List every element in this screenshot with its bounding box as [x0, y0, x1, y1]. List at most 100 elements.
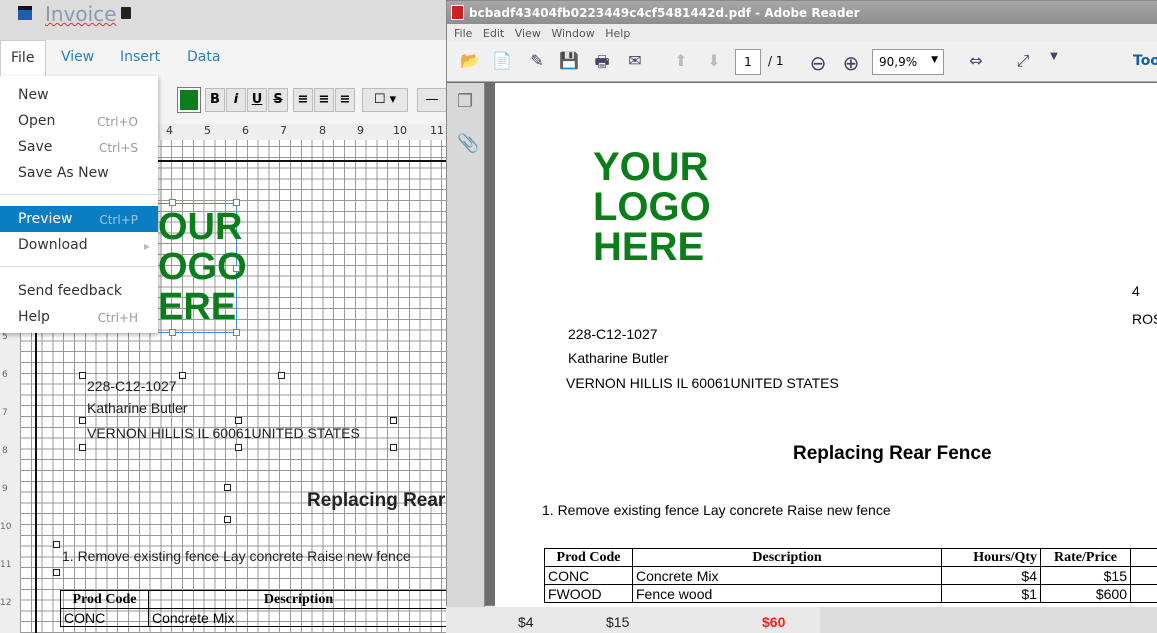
create-pdf-icon[interactable]: 📄 — [491, 51, 513, 73]
tools-link[interactable]: Too — [1133, 53, 1157, 69]
bold-button[interactable]: B — [205, 88, 225, 112]
document-title[interactable]: Invoice — [45, 2, 117, 26]
tab-view[interactable]: View — [61, 49, 94, 65]
previous-page-icon[interactable]: ⬆ — [670, 51, 692, 73]
resize-handle[interactable] — [235, 417, 242, 424]
resize-handle[interactable] — [224, 516, 231, 523]
column-header: Hours/Qty — [941, 548, 1041, 567]
pdf-menu-window[interactable]: Window — [551, 27, 594, 40]
menu-item-help[interactable]: Help Ctrl+H — [0, 304, 158, 330]
ruler-label: 7 — [280, 124, 287, 137]
resize-handle[interactable] — [233, 329, 240, 336]
table-cell: $600 — [1040, 584, 1131, 603]
pdf-menu-edit[interactable]: Edit — [483, 27, 504, 40]
tab-data[interactable]: Data — [187, 49, 220, 65]
open-file-icon[interactable]: 📂 — [459, 51, 481, 73]
table-cell: $1 — [941, 584, 1041, 603]
resize-handle[interactable] — [79, 444, 86, 451]
zoom-level-select[interactable]: 90,9% ▼ — [872, 49, 944, 75]
column-header: Rate/Price — [1040, 548, 1131, 567]
pdf-menu-help[interactable]: Help — [605, 27, 630, 40]
zoom-out-icon[interactable]: ⊖ — [807, 51, 829, 75]
align-right-button[interactable]: ≡ — [335, 88, 355, 112]
resize-handle[interactable] — [53, 541, 60, 548]
window-title: bcbadf43404fb0223449c4cf5481442d.pdf - A… — [447, 1, 1157, 24]
submenu-arrow-icon: ▸ — [143, 239, 150, 253]
customer-code[interactable]: 228-C12-1027 — [87, 378, 177, 394]
table-cell: CONC — [544, 566, 633, 585]
ruler-label: 7 — [2, 408, 8, 418]
resize-handle[interactable] — [233, 199, 240, 206]
zoom-in-icon[interactable]: ⊕ — [840, 51, 862, 75]
menu-item-open[interactable]: Open Ctrl+O — [0, 108, 158, 134]
full-screen-icon[interactable]: ⤢ — [1012, 51, 1034, 73]
menu-label: Download — [18, 237, 88, 253]
border-dropdown[interactable]: ☐ ▾ — [362, 88, 408, 112]
tab-insert[interactable]: Insert — [120, 49, 160, 65]
resize-handle[interactable] — [53, 569, 60, 576]
resize-handle[interactable] — [390, 444, 397, 451]
toolbar-more-icon[interactable]: ▼ — [1043, 51, 1065, 73]
logo-line: HERE — [593, 225, 705, 269]
attachments-icon[interactable]: 📎 — [457, 133, 479, 154]
resize-handle[interactable] — [390, 417, 397, 424]
pdf-menu-file[interactable]: File — [454, 27, 472, 40]
resize-handle[interactable] — [169, 199, 176, 206]
menu-label: Send feedback — [18, 283, 123, 299]
logo-line: OUR — [158, 206, 243, 248]
align-center-button[interactable]: ≡ — [314, 88, 334, 112]
customer-name[interactable]: Katharine Butler — [87, 400, 187, 416]
edit-icon[interactable]: ✎ — [526, 51, 548, 73]
resize-handle[interactable] — [79, 417, 86, 424]
column-header: Description — [632, 548, 942, 567]
strikethrough-button[interactable]: S — [268, 88, 288, 112]
resize-handle[interactable] — [79, 372, 86, 379]
adobe-reader-window: bcbadf43404fb0223449c4cf5481442d.pdf - A… — [446, 0, 1157, 607]
menu-item-preview[interactable]: Preview Ctrl+P — [0, 206, 158, 232]
menu-item-download[interactable]: Download ▸ — [0, 232, 158, 258]
line-style-button[interactable]: — — [417, 88, 447, 112]
customer-code: 228-C12-1027 — [568, 326, 658, 342]
save-icon[interactable]: 💾 — [558, 51, 580, 73]
menu-shortcut: Ctrl+S — [98, 141, 138, 155]
ruler-label: 12 — [0, 598, 12, 608]
resize-handle[interactable] — [233, 265, 240, 272]
resize-handle[interactable] — [278, 372, 285, 379]
menu-item-save[interactable]: Save Ctrl+S — [0, 134, 158, 160]
trash-icon[interactable] — [121, 7, 131, 19]
page-count: / 1 — [768, 54, 784, 68]
fill-color-button[interactable] — [177, 87, 201, 113]
customer-address[interactable]: VERNON HILLIS IL 60061UNITED STATES — [87, 425, 360, 441]
fit-page-icon[interactable]: ⇔ — [965, 51, 987, 73]
resize-handle[interactable] — [224, 484, 231, 491]
menu-item-new[interactable]: New — [0, 82, 158, 108]
resize-handle[interactable] — [179, 372, 186, 379]
items-table-editor[interactable]: Prod Code Description CONC Concrete Mix — [60, 590, 446, 633]
resize-handle[interactable] — [235, 444, 242, 451]
pdf-menu-view[interactable]: View — [515, 27, 541, 40]
ruler-label: 6 — [242, 124, 249, 137]
logo-line: YOUR — [593, 145, 709, 189]
file-menu: New Open Ctrl+O Save Ctrl+S Save As New Pr… — [0, 76, 158, 333]
tab-file[interactable]: File — [0, 40, 46, 76]
page-number-input[interactable]: 1 — [735, 49, 761, 75]
print-icon[interactable]: 🖶 — [591, 51, 613, 73]
job-title[interactable]: Replacing Rear — [307, 490, 445, 512]
email-icon[interactable]: ✉ — [624, 51, 646, 73]
italic-button[interactable]: i — [226, 88, 246, 112]
resize-handle[interactable] — [169, 329, 176, 336]
align-left-button[interactable]: ≡ — [293, 88, 313, 112]
pages-panel-icon[interactable]: ❐ — [457, 91, 473, 112]
job-title: Replacing Rear Fence — [793, 443, 992, 464]
menu-divider — [0, 194, 158, 195]
menu-shortcut: Ctrl+H — [97, 311, 138, 325]
underline-button[interactable]: U — [247, 88, 267, 112]
menu-item-save-as-new[interactable]: Save As New — [0, 160, 158, 186]
ruler-label: 5 — [204, 124, 211, 137]
next-page-icon[interactable]: ⬇ — [703, 51, 725, 73]
table-cell: FWOOD — [544, 584, 633, 603]
menu-label: Save — [18, 139, 53, 155]
job-note[interactable]: 1. Remove existing fence Lay concrete Ra… — [62, 548, 411, 564]
menu-item-send-feedback[interactable]: Send feedback — [0, 278, 158, 304]
menu-label: New — [18, 87, 49, 103]
